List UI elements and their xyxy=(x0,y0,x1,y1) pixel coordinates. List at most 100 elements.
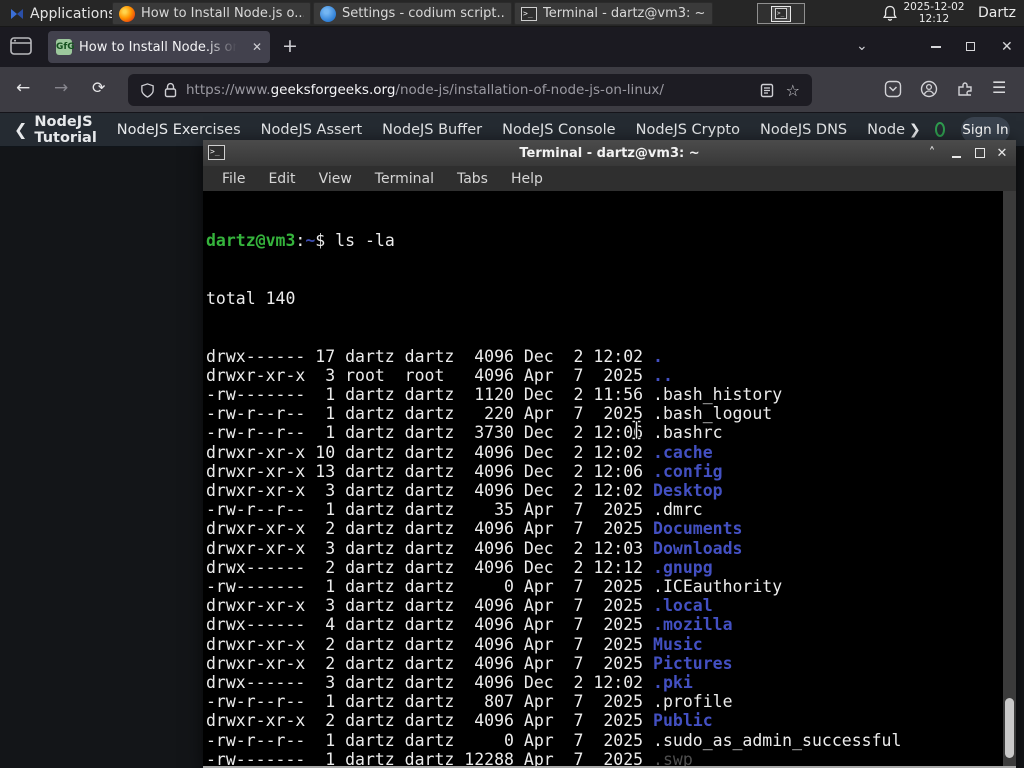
terminal-line: -rw-r--r-- 1 dartz dartz 35 Apr 7 2025 .… xyxy=(206,500,703,520)
terminal-title-bar[interactable]: >_ Terminal - dartz@vm3: ~ ˄ ✕ xyxy=(203,140,1016,166)
browser-maximize-button[interactable] xyxy=(966,42,975,51)
extensions-puzzle-icon[interactable] xyxy=(956,80,974,98)
pocket-icon[interactable] xyxy=(884,80,902,98)
browser-close-button[interactable]: ✕ xyxy=(1001,39,1013,55)
menu-tabs[interactable]: Tabs xyxy=(457,171,488,187)
menu-view[interactable]: View xyxy=(319,171,352,187)
desktop: Applications ≡ How to Install Node.js o.… xyxy=(0,0,1024,768)
browser-tab-bar: GfG How to Install Node.js on ✕ + ⌄ ✕ xyxy=(0,27,1024,67)
terminal-line: drwxr-xr-x 13 dartz dartz 4096 Dec 2 12:… xyxy=(206,461,723,481)
chevron-right-icon[interactable]: ❯ xyxy=(909,122,921,138)
reload-button[interactable]: ⟳ xyxy=(92,78,105,97)
terminal-line: -rw-r--r-- 1 dartz dartz 220 Apr 7 2025 … xyxy=(206,404,773,424)
user-menu[interactable]: Dartz xyxy=(978,5,1016,21)
list-all-tabs-icon[interactable]: ⌄ xyxy=(856,38,868,54)
sign-in-button[interactable]: Sign In xyxy=(960,116,1010,143)
search-icon[interactable] xyxy=(934,122,945,137)
notification-bell-icon[interactable] xyxy=(882,5,898,22)
hamburger-menu-icon[interactable]: ☰ xyxy=(992,78,1006,97)
window-button-label: Terminal - dartz@vm3: ~ xyxy=(543,6,706,21)
workspace-switcher[interactable]: >_ xyxy=(757,3,805,24)
firefox-icon xyxy=(119,5,135,22)
terminal-title: Terminal - dartz@vm3: ~ xyxy=(519,145,700,161)
menu-terminal[interactable]: Terminal xyxy=(375,171,434,187)
site-nav-link[interactable]: NodeJS Crypto xyxy=(636,122,740,138)
terminal-line: drwx------ 2 dartz dartz 4096 Dec 2 12:1… xyxy=(206,557,713,577)
terminal-icon: >_ xyxy=(775,8,787,19)
reader-mode-icon[interactable] xyxy=(760,83,774,98)
applications-label: Applications xyxy=(30,5,116,22)
terminal-line: drwxr-xr-x 3 dartz dartz 4096 Apr 7 2025… xyxy=(206,596,713,616)
terminal-line: drwxr-xr-x 2 dartz dartz 4096 Apr 7 2025… xyxy=(206,653,733,673)
terminal-icon: >_ xyxy=(208,145,225,160)
tab-title: How to Install Node.js on xyxy=(79,39,237,55)
account-icon[interactable] xyxy=(920,80,938,98)
terminal-line: -rw-r--r-- 1 dartz dartz 3730 Dec 2 12:0… xyxy=(206,423,723,443)
site-nav-link[interactable]: NodeJS Exercises xyxy=(117,122,241,138)
browser-tab-active[interactable]: GfG How to Install Node.js on ✕ xyxy=(48,31,270,63)
window-button-label: Settings - codium script... xyxy=(342,6,505,21)
terminal-listing: drwx------ 17 dartz dartz 4096 Dec 2 12:… xyxy=(206,347,1016,766)
terminal-line: -rw-r--r-- 1 dartz dartz 0 Apr 7 2025 .s… xyxy=(206,730,902,750)
url-text: https://www.geeksforgeeks.org/node-js/in… xyxy=(186,82,664,98)
codium-icon xyxy=(320,5,336,22)
tab-close-icon[interactable]: ✕ xyxy=(252,40,262,54)
site-nav-link[interactable]: NodeJS Buffer xyxy=(382,122,482,138)
terminal-line: drwxr-xr-x 3 root root 4096 Apr 7 2025 .… xyxy=(206,365,673,385)
terminal-line: -rw------- 1 dartz dartz 12288 Apr 7 202… xyxy=(206,749,693,766)
menu-file[interactable]: File xyxy=(222,171,245,187)
window-button-firefox[interactable]: How to Install Node.js o... xyxy=(112,2,311,25)
terminal-line: drwxr-xr-x 3 dartz dartz 4096 Dec 2 12:0… xyxy=(206,538,743,558)
terminal-minimize-button[interactable] xyxy=(944,140,968,166)
firefox-view-icon[interactable] xyxy=(10,37,32,55)
terminal-menu-bar: File Edit View Terminal Tabs Help xyxy=(203,166,1016,191)
forward-button[interactable]: → xyxy=(54,78,68,98)
terminal-prompt-line: dartz@vm3:~$ ls -la xyxy=(206,231,395,251)
site-nav-back-label: NodeJS Tutorial xyxy=(34,113,97,146)
terminal-line: drwxr-xr-x 10 dartz dartz 4096 Dec 2 12:… xyxy=(206,442,713,462)
top-panel: Applications ≡ How to Install Node.js o.… xyxy=(0,0,1024,27)
new-tab-button[interactable]: + xyxy=(282,35,298,57)
terminal-line: -rw-r--r-- 1 dartz dartz 807 Apr 7 2025 … xyxy=(206,692,733,712)
terminal-shade-button[interactable]: ˄ xyxy=(920,140,944,166)
browser-toolbar: ← → ⟳ https://www.geeksforgeeks.org/node… xyxy=(0,67,1024,113)
menu-edit[interactable]: Edit xyxy=(268,171,295,187)
terminal-line: drwxr-xr-x 3 dartz dartz 4096 Dec 2 12:0… xyxy=(206,481,723,501)
terminal-window: >_ Terminal - dartz@vm3: ~ ˄ ✕ File Edit… xyxy=(203,140,1016,768)
back-button[interactable]: ← xyxy=(16,78,30,98)
workspace-window-thumb: >_ xyxy=(771,5,791,22)
terminal-scrollbar-thumb[interactable] xyxy=(1005,698,1014,758)
menu-help[interactable]: Help xyxy=(511,171,543,187)
window-button-label: How to Install Node.js o... xyxy=(141,6,304,21)
clock-time: 12:12 xyxy=(918,12,950,25)
site-nav-link[interactable]: Node xyxy=(867,122,905,138)
site-nav-link[interactable]: NodeJS DNS xyxy=(760,122,847,138)
bookmark-star-icon[interactable]: ☆ xyxy=(786,81,800,100)
site-nav-link[interactable]: NodeJS Assert xyxy=(261,122,363,138)
window-button-codium[interactable]: Settings - codium script... xyxy=(313,2,512,25)
terminal-line: drwxr-xr-x 2 dartz dartz 4096 Apr 7 2025… xyxy=(206,634,703,654)
terminal-close-button[interactable]: ✕ xyxy=(990,140,1014,166)
terminal-output[interactable]: dartz@vm3:~$ ls -la total 140 drwx------… xyxy=(203,191,1016,766)
terminal-icon: >_ xyxy=(521,6,537,21)
terminal-line: drwx------ 17 dartz dartz 4096 Dec 2 12:… xyxy=(206,346,663,366)
clock-date: 2025-12-02 xyxy=(903,1,965,13)
applications-icon xyxy=(11,8,23,19)
terminal-line: drwxr-xr-x 2 dartz dartz 4096 Apr 7 2025… xyxy=(206,711,713,731)
shield-icon[interactable] xyxy=(140,82,155,99)
terminal-line: -rw------- 1 dartz dartz 0 Apr 7 2025 .I… xyxy=(206,577,783,597)
browser-minimize-button[interactable] xyxy=(931,39,941,48)
terminal-scrollbar[interactable] xyxy=(1003,191,1016,766)
terminal-line: drwx------ 3 dartz dartz 4096 Dec 2 12:0… xyxy=(206,673,693,693)
window-button-terminal[interactable]: >_ Terminal - dartz@vm3: ~ xyxy=(514,2,713,25)
url-bar[interactable]: https://www.geeksforgeeks.org/node-js/in… xyxy=(128,74,812,106)
geeksforgeeks-favicon: GfG xyxy=(56,39,75,55)
text-cursor-pointer xyxy=(631,420,642,440)
clock[interactable]: 2025-12-02 12:12 xyxy=(901,1,967,25)
terminal-total-line: total 140 xyxy=(206,289,296,309)
terminal-maximize-button[interactable] xyxy=(968,140,992,166)
site-nav-link[interactable]: NodeJS Console xyxy=(502,122,616,138)
site-nav-back-link[interactable]: ❮ NodeJS Tutorial xyxy=(14,114,97,146)
terminal-line: -rw------- 1 dartz dartz 1120 Dec 2 11:5… xyxy=(206,385,783,405)
site-nav-links: NodeJS Exercises NodeJS Assert NodeJS Bu… xyxy=(117,122,905,138)
